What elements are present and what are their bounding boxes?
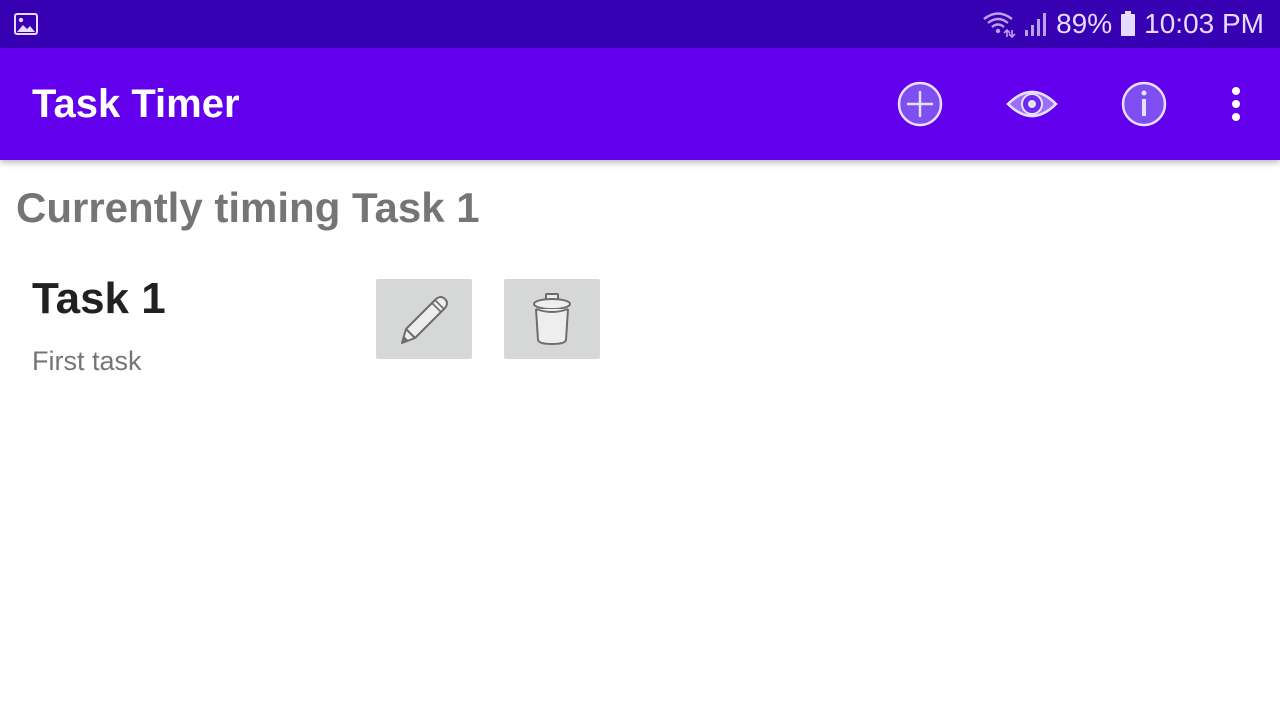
plus-circle-icon (897, 81, 943, 127)
task-list-item[interactable]: Task 1 First task (0, 268, 640, 388)
eye-icon (1006, 90, 1058, 118)
app-bar: Task Timer (0, 48, 1280, 160)
view-durations-button[interactable] (1004, 76, 1060, 132)
overflow-menu-button[interactable] (1208, 76, 1264, 132)
info-icon (1121, 81, 1167, 127)
status-indicators: 89% 10:03 PM (982, 0, 1264, 48)
add-task-button[interactable] (892, 76, 948, 132)
task-description: First task (32, 346, 142, 376)
app-title: Task Timer (32, 82, 240, 126)
status-bar: 89% 10:03 PM (0, 0, 1280, 48)
clock: 10:03 PM (1144, 8, 1264, 39)
currently-timing-label: Currently timing Task 1 (16, 184, 480, 231)
more-vert-icon (1232, 87, 1240, 121)
about-button[interactable] (1116, 76, 1172, 132)
task-name: Task 1 (32, 274, 166, 323)
edit-task-button[interactable] (376, 279, 472, 359)
image-icon (14, 13, 38, 35)
battery-percent: 89% (1056, 8, 1113, 39)
signal-icon (1024, 11, 1048, 37)
delete-task-button[interactable] (504, 279, 600, 359)
pencil-icon (401, 296, 448, 344)
battery-icon (1120, 11, 1136, 37)
wifi-icon (982, 10, 1016, 38)
trash-icon (533, 293, 571, 346)
